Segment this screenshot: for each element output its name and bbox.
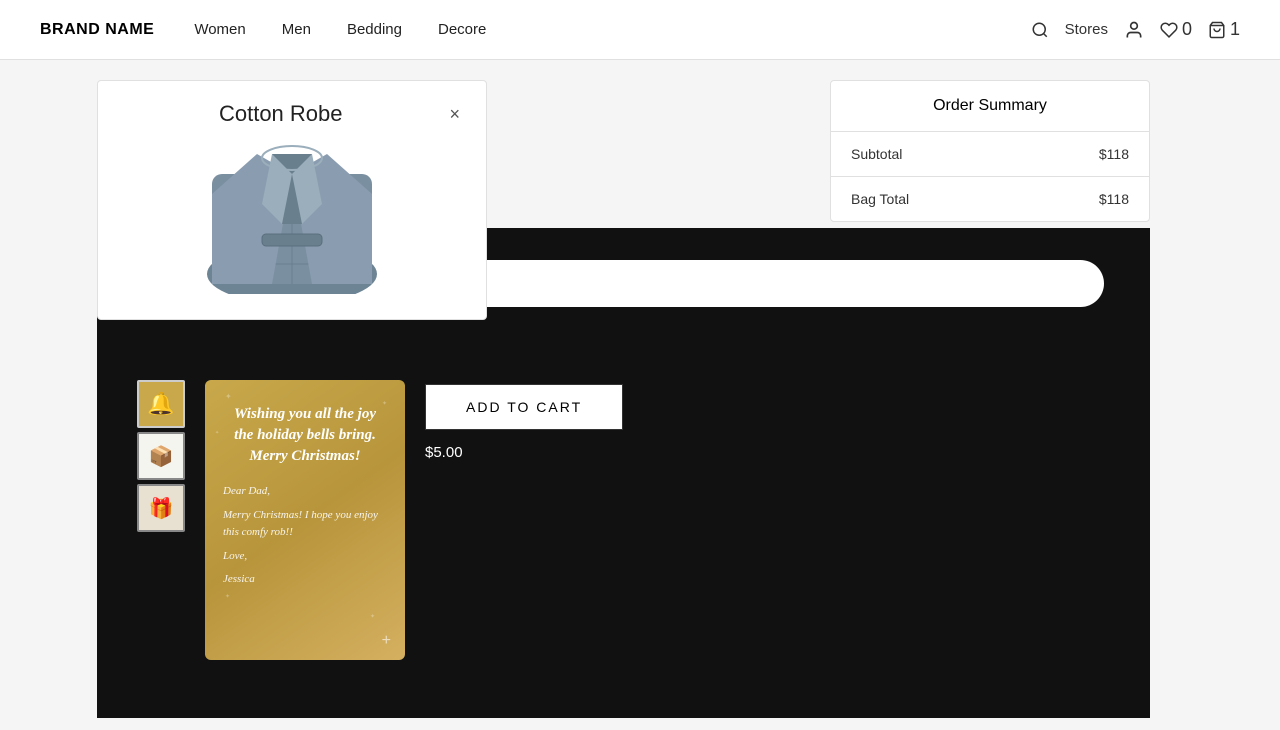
thumbnail-list: 🔔 📦 🎁 [137,380,185,532]
header: BRAND NAME Women Men Bedding Decore Stor… [0,0,1280,60]
cart-actions: ADD TO CART $5.00 [425,384,623,461]
thumbnail-item-2[interactable]: 📦 [137,432,185,480]
account-button[interactable] [1124,20,1144,40]
search-button[interactable] [1031,21,1049,39]
cart-icon [1208,21,1226,39]
gift-card-display: ✦ ✦ ✦ ✦ ✦ Wishing you all the joy the ho… [205,380,405,660]
sparkle-2: ✦ [382,400,387,407]
product-title: Cotton Robe [219,101,343,126]
search-icon [1031,21,1049,39]
main-area: Cotton Robe × [0,60,1280,720]
subtotal-label: Subtotal [851,146,902,162]
product-card-popup: Cotton Robe × [97,80,487,320]
gift-sign-off: Love, [223,548,387,566]
price-display: $5.00 [425,444,623,461]
gift-signature: Jessica [223,571,387,589]
add-to-cart-button[interactable]: ADD TO CART [425,384,623,430]
box-icon: 📦 [149,444,174,469]
order-summary-title: Order Summary [831,81,1149,132]
nav-item-men[interactable]: Men [282,17,311,42]
gift-salutation: Dear Dad, [223,483,387,501]
bag-total-value: $118 [1099,191,1129,207]
wishlist-count: 0 [1182,19,1192,40]
sparkle-4: ✦ [215,430,219,436]
wishlist-button[interactable]: 0 [1160,19,1192,40]
brand-name: BRAND NAME [40,21,154,39]
close-button[interactable]: × [443,102,466,127]
stores-link[interactable]: Stores [1065,21,1108,38]
sparkle-3: ✦ [370,613,375,620]
product-card-header: Cotton Robe × [118,101,466,127]
main-nav: Women Men Bedding Decore [194,17,1030,42]
account-icon [1124,20,1144,40]
plus-icon: + [382,632,391,650]
sparkle-1: ✦ [225,392,232,401]
bag-total-label: Bag Total [851,191,909,207]
subtotal-value: $118 [1099,146,1129,162]
gift-card-body: Dear Dad, Merry Christmas! I hope you en… [223,483,387,589]
bag-total-row: Bag Total $118 [831,177,1149,221]
nav-item-decore[interactable]: Decore [438,17,486,42]
gift-card-heading: Wishing you all the joy the holiday bell… [223,404,387,467]
thumbnail-item-3[interactable]: 🎁 [137,484,185,532]
order-summary: Order Summary Subtotal $118 Bag Total $1… [830,80,1150,222]
cart-button[interactable]: 1 [1208,19,1240,40]
nav-item-women[interactable]: Women [194,17,245,42]
product-image [118,139,466,299]
thumbnail-item-1[interactable]: 🔔 [137,380,185,428]
gift-icon: 🎁 [149,496,174,521]
heart-icon [1160,21,1178,39]
header-icons: Stores 0 1 [1031,19,1240,40]
subtotal-row: Subtotal $118 [831,132,1149,177]
cart-count: 1 [1230,19,1240,40]
sparkle-5: ✦ [225,593,230,600]
nav-item-bedding[interactable]: Bedding [347,17,402,42]
robe-svg [182,144,402,294]
bells-icon: 🔔 [147,391,174,417]
gift-card-area: 🔔 📦 🎁 ✦ ✦ ✦ ✦ ✦ Wishing you all the joy … [97,340,1150,730]
gift-message: Merry Christmas! I hope you enjoy this c… [223,507,387,542]
